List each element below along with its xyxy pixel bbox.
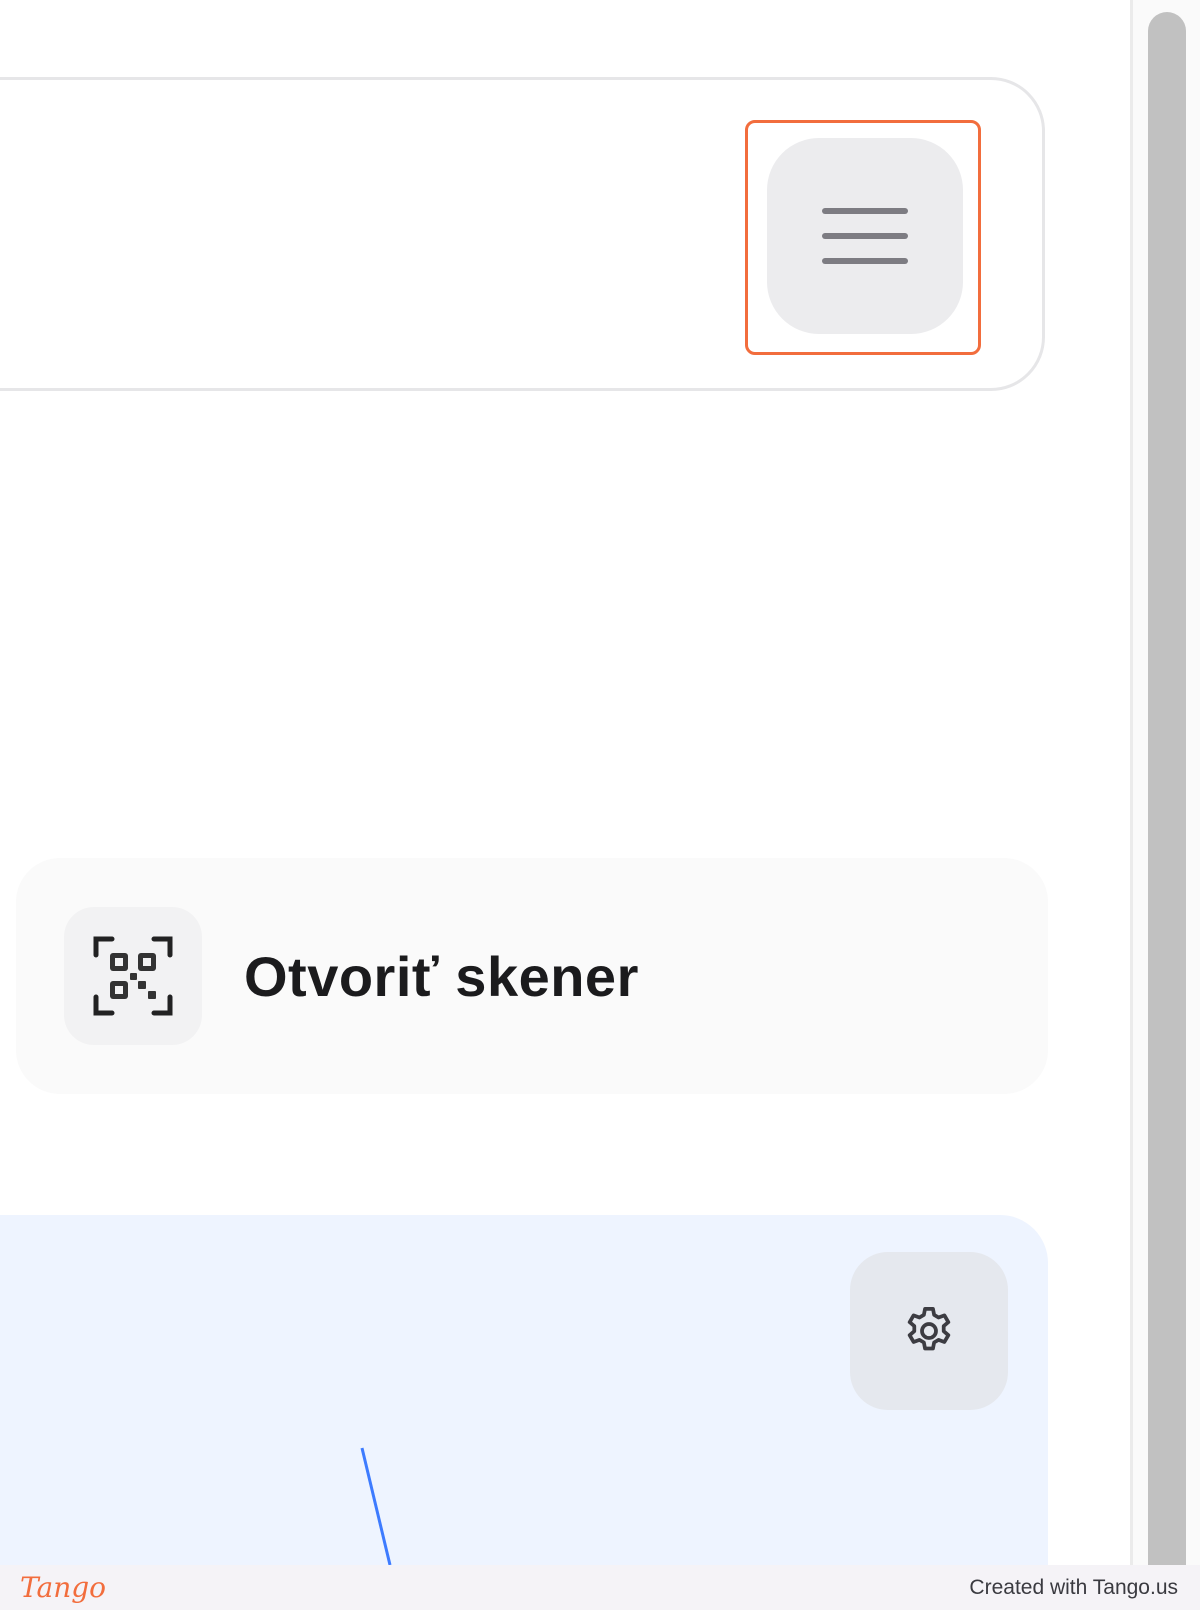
tango-logo: Tango	[20, 1571, 107, 1604]
tango-footer: Tango Created with Tango.us	[0, 1565, 1200, 1610]
footer-credit: Created with Tango.us	[969, 1575, 1178, 1599]
qr-scan-icon	[93, 936, 173, 1016]
app-viewport: Otvoriť skener	[0, 0, 1130, 1565]
open-scanner-button[interactable]: Otvoriť skener	[16, 858, 1048, 1094]
scrollbar-thumb[interactable]	[1148, 12, 1186, 1565]
scanner-icon-container	[64, 907, 202, 1045]
step-highlight-box	[745, 120, 981, 355]
gear-icon	[907, 1306, 951, 1351]
settings-button[interactable]	[850, 1252, 1008, 1410]
open-scanner-label: Otvoriť skener	[244, 944, 639, 1008]
